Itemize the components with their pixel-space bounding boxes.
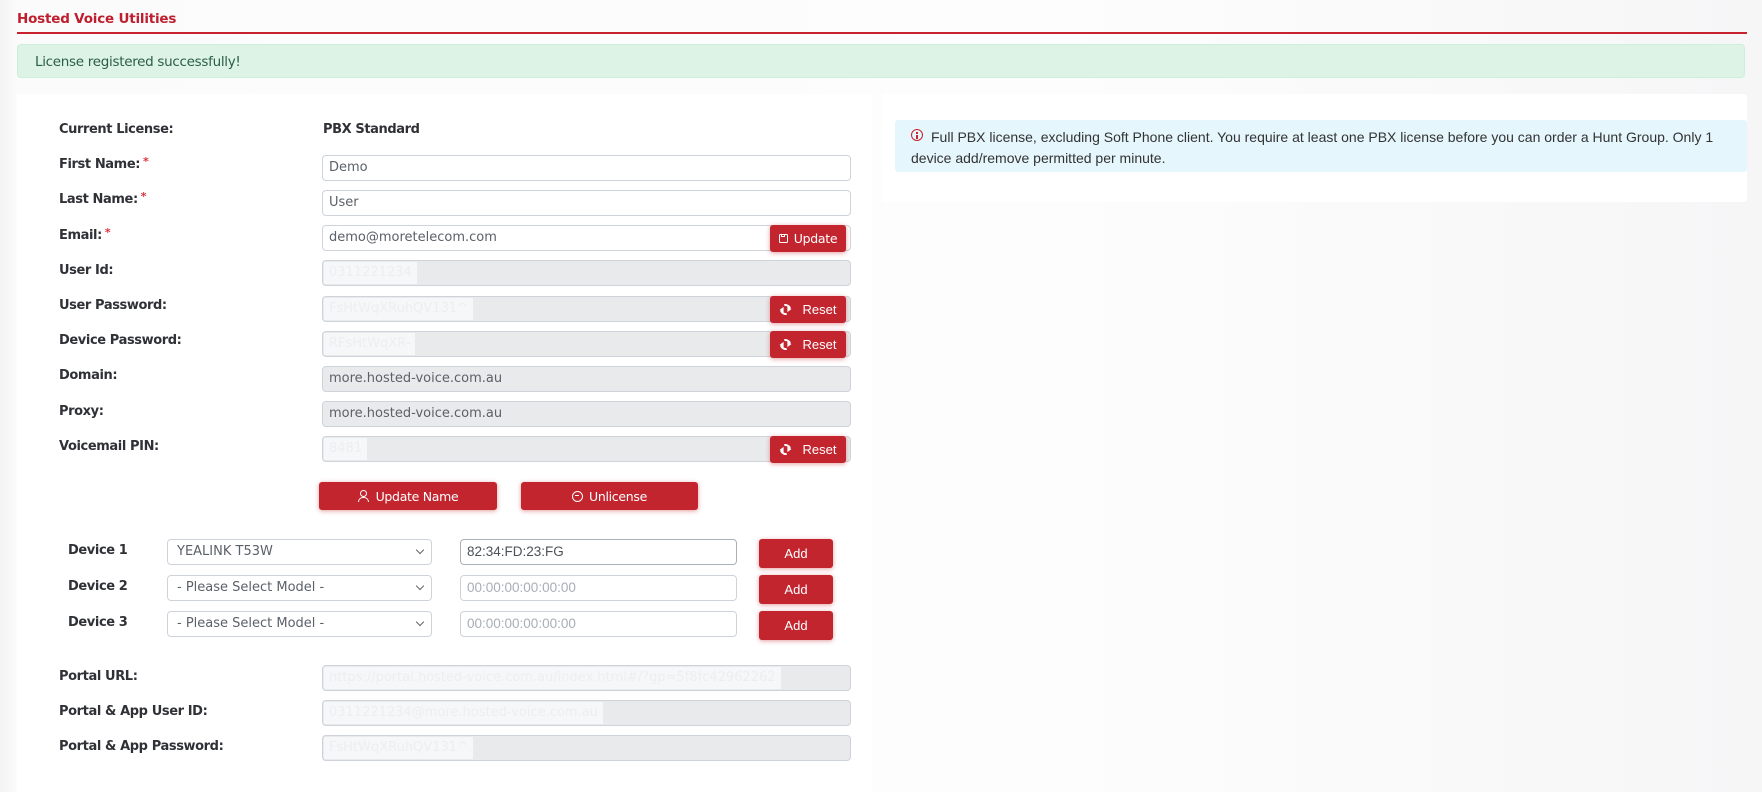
refresh-icon: [777, 336, 793, 353]
reset-voicemail-pin-label: Reset: [802, 442, 837, 457]
update-email-button-label: Update: [793, 231, 838, 246]
portal-user-id-label: Portal & App User ID:: [59, 704, 208, 719]
update-name-button[interactable]: Update Name: [319, 482, 497, 510]
voicemail-pin-label: Voicemail PIN:: [59, 439, 159, 454]
user-id-field: 0311221234: [322, 260, 851, 286]
chevron-down-icon: [415, 581, 425, 591]
reset-voicemail-pin-button[interactable]: Reset: [770, 436, 846, 463]
domain-field: more.hosted-voice.com.au: [322, 366, 851, 392]
device-model-value: YEALINK T53W: [177, 544, 273, 559]
email-label-text: Email:: [59, 228, 102, 243]
license-info-box: Full PBX license, excluding Soft Phone c…: [895, 120, 1747, 172]
unlicense-button[interactable]: Unlicense: [521, 482, 698, 510]
required-marker: *: [143, 155, 149, 168]
portal-user-id-value: 0311221234@more.hosted-voice.com.au: [324, 702, 603, 724]
email-label: Email: *: [59, 226, 111, 243]
portal-password-value: FsHtWqXRuhQV131^: [324, 737, 473, 759]
portal-password-label: Portal & App Password:: [59, 739, 224, 754]
refresh-icon: [777, 441, 793, 458]
reset-device-password-label: Reset: [802, 337, 837, 352]
add-device-button[interactable]: Add: [759, 539, 833, 568]
required-marker: *: [104, 226, 111, 239]
portal-url-value: https://portal.hosted-voice.com.au/index…: [324, 667, 781, 689]
first-name-input[interactable]: Demo: [322, 155, 851, 181]
chevron-down-icon: [415, 617, 425, 627]
device-mac-placeholder: 00:00:00:00:00:00: [467, 580, 576, 595]
user-id-value: 0311221234: [324, 262, 417, 284]
domain-label: Domain:: [59, 368, 118, 383]
required-marker: *: [140, 190, 147, 203]
portal-user-id-field: 0311221234@more.hosted-voice.com.au: [322, 700, 851, 726]
unlicense-button-label: Unlicense: [588, 488, 647, 504]
current-license-label: Current License:: [59, 122, 174, 137]
add-device-button[interactable]: Add: [759, 611, 833, 640]
last-name-input[interactable]: User: [322, 190, 851, 216]
device-label: Device 1: [68, 543, 128, 558]
first-name-label-text: First Name:: [59, 157, 141, 172]
user-edit-icon: [357, 490, 370, 502]
success-alert-message: License registered successfully!: [35, 54, 241, 70]
portal-url-label: Portal URL:: [59, 669, 138, 684]
device-mac-input[interactable]: 00:00:00:00:00:00: [460, 575, 737, 601]
device-model-select[interactable]: - Please Select Model -: [167, 611, 432, 637]
minus-circle-icon: [571, 490, 583, 502]
user-password-label: User Password:: [59, 298, 167, 313]
device-model-value: - Please Select Model -: [177, 616, 325, 631]
device-password-label: Device Password:: [59, 333, 182, 348]
add-device-button[interactable]: Add: [759, 575, 833, 604]
current-license-value: PBX Standard: [323, 122, 420, 137]
device-label: Device 3: [68, 615, 128, 630]
portal-url-field: https://portal.hosted-voice.com.au/index…: [322, 665, 851, 691]
device-model-select[interactable]: YEALINK T53W: [167, 539, 432, 565]
device-mac-input[interactable]: 00:00:00:00:00:00: [460, 611, 737, 637]
reset-user-password-label: Reset: [802, 302, 837, 317]
device-password-value: RFsHtWqXR-: [324, 333, 416, 355]
last-name-label: Last Name: *: [59, 190, 147, 207]
title-divider: [17, 32, 1747, 34]
page-title: Hosted Voice Utilities: [17, 11, 177, 27]
device-mac-placeholder: 00:00:00:00:00:00: [467, 616, 576, 631]
device-model-select[interactable]: - Please Select Model -: [167, 575, 432, 601]
voicemail-pin-value: 8481: [324, 438, 368, 460]
user-password-value: FsHtWqXRuhQV131^: [324, 298, 473, 320]
first-name-label: First Name: *: [59, 155, 149, 172]
update-email-button[interactable]: Update: [770, 225, 846, 252]
chevron-down-icon: [415, 545, 425, 555]
user-id-label: User Id:: [59, 263, 114, 278]
license-info-text: Full PBX license, excluding Soft Phone c…: [911, 129, 1714, 166]
last-name-label-text: Last Name:: [59, 192, 138, 207]
device-label: Device 2: [68, 579, 128, 594]
reset-device-password-button[interactable]: Reset: [770, 331, 846, 358]
proxy-label: Proxy:: [59, 404, 104, 419]
save-icon: [778, 234, 788, 243]
proxy-field: more.hosted-voice.com.au: [322, 401, 851, 427]
device-mac-input[interactable]: 82:34:FD:23:FG: [460, 539, 737, 565]
reset-user-password-button[interactable]: Reset: [770, 296, 846, 323]
success-alert: License registered successfully!: [17, 44, 1745, 78]
update-name-button-label: Update Name: [375, 488, 459, 504]
refresh-icon: [777, 301, 793, 318]
page-header: Hosted Voice Utilities: [17, 0, 1747, 34]
portal-password-field: FsHtWqXRuhQV131^: [322, 735, 851, 761]
device-model-value: - Please Select Model -: [177, 580, 325, 595]
